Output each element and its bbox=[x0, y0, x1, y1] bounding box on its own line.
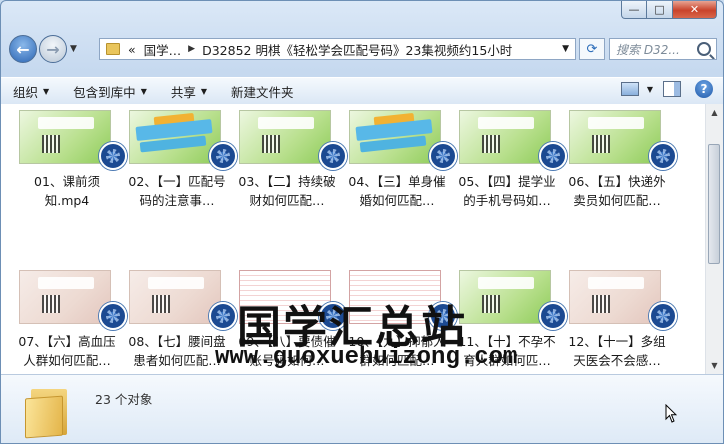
scroll-up-icon[interactable]: ▲ bbox=[706, 104, 723, 121]
video-thumbnail bbox=[459, 110, 551, 164]
scroll-down-icon[interactable]: ▼ bbox=[706, 357, 723, 374]
new-folder-label: 新建文件夹 bbox=[231, 84, 294, 100]
file-name: 12、【十一】多组天医会不会感… bbox=[568, 334, 666, 368]
maximize-button[interactable]: □ bbox=[647, 1, 673, 19]
breadcrumb-overflow[interactable]: « bbox=[128, 42, 136, 57]
preview-pane-icon[interactable] bbox=[663, 81, 681, 97]
recent-pages-dropdown[interactable]: ▼ bbox=[70, 44, 77, 54]
chevron-down-icon: ▼ bbox=[140, 86, 147, 96]
caption-buttons: — □ ✕ bbox=[621, 1, 717, 19]
video-thumbnail bbox=[459, 270, 551, 324]
search-input[interactable]: 搜索 D32... bbox=[609, 38, 717, 60]
navigation-buttons: ← → ▼ bbox=[9, 35, 77, 63]
address-dropdown-icon[interactable]: ▼ bbox=[562, 44, 569, 54]
file-name: 03、【二】持续破财如何匹配… bbox=[238, 174, 336, 208]
folder-icon bbox=[25, 385, 69, 439]
back-button[interactable]: ← bbox=[9, 35, 37, 63]
explorer-window: — □ ✕ ← → ▼ « 国学… ▶ D32852 明棋《轻松学会匹配号码》2… bbox=[0, 0, 724, 444]
command-bar: 组织 ▼ 包含到库中 ▼ 共享 ▼ 新建文件夹 ▼ ? bbox=[1, 77, 723, 105]
video-file-icon bbox=[209, 142, 237, 170]
video-file-icon bbox=[99, 302, 127, 330]
chevron-down-icon: ▼ bbox=[43, 86, 50, 96]
arrow-left-icon: ← bbox=[16, 39, 30, 59]
share-menu[interactable]: 共享 ▼ bbox=[159, 82, 219, 101]
breadcrumb-item[interactable]: 国学… bbox=[144, 40, 182, 59]
video-thumbnail bbox=[569, 270, 661, 324]
chevron-down-icon[interactable]: ▼ bbox=[647, 85, 653, 94]
video-file-icon bbox=[99, 142, 127, 170]
video-file-icon bbox=[319, 142, 347, 170]
watermark-url: www.guoxuehuizong.com bbox=[215, 344, 518, 371]
breadcrumb-current[interactable]: D32852 明棋《轻松学会匹配号码》23集视频约15小时 bbox=[202, 40, 512, 59]
folder-icon bbox=[106, 43, 120, 55]
file-name: 01、课前须知.mp4 bbox=[34, 174, 100, 208]
arrow-right-icon: → bbox=[46, 39, 60, 59]
chevron-down-icon: ▼ bbox=[200, 86, 208, 96]
refresh-icon: ⟳ bbox=[586, 41, 598, 57]
include-label: 包含到库中 bbox=[73, 84, 136, 100]
vertical-scrollbar[interactable]: ▲ ▼ bbox=[705, 104, 723, 374]
forward-button[interactable]: → bbox=[39, 35, 67, 63]
video-file-icon bbox=[649, 302, 677, 330]
file-name: 08、【七】腰间盘患者如何匹配… bbox=[128, 334, 226, 368]
new-folder-button[interactable]: 新建文件夹 bbox=[219, 82, 306, 101]
refresh-button[interactable]: ⟳ bbox=[579, 38, 605, 60]
toolbar-right: ▼ ? bbox=[620, 80, 713, 98]
video-file-icon bbox=[429, 142, 457, 170]
video-file-icon bbox=[649, 142, 677, 170]
search-placeholder: 搜索 D32... bbox=[616, 42, 680, 57]
file-name: 06、【五】快递外卖员如何匹配… bbox=[568, 174, 666, 208]
address-bar[interactable]: « 国学… ▶ D32852 明棋《轻松学会匹配号码》23集视频约15小时 ▼ bbox=[99, 38, 576, 60]
file-name: 05、【四】提学业的手机号码如… bbox=[458, 174, 556, 208]
file-name: 07、【六】高血压人群如何匹配… bbox=[18, 334, 116, 368]
file-list-view[interactable]: 01、课前须知.mp4 02、【一】匹配号码的注意事… 03、【二】持续破财如何匹配… bbox=[1, 104, 723, 374]
file-name: 04、【三】单身催婚如何匹配… bbox=[348, 174, 446, 208]
minimize-button[interactable]: — bbox=[621, 1, 647, 19]
search-icon[interactable] bbox=[697, 42, 711, 56]
video-thumbnail bbox=[129, 270, 221, 324]
share-label: 共享 bbox=[170, 84, 196, 100]
organize-menu[interactable]: 组织 ▼ bbox=[1, 82, 61, 101]
video-thumbnail bbox=[349, 110, 441, 164]
mouse-cursor-icon bbox=[665, 404, 677, 423]
video-thumbnail bbox=[129, 110, 221, 164]
change-view-icon[interactable] bbox=[620, 82, 639, 96]
video-thumbnail bbox=[19, 270, 111, 324]
details-pane: 23 个对象 bbox=[1, 374, 723, 443]
item-count: 23 个对象 bbox=[95, 392, 153, 407]
scrollbar-thumb[interactable] bbox=[708, 144, 720, 264]
close-button[interactable]: ✕ bbox=[673, 1, 717, 19]
video-thumbnail bbox=[239, 110, 331, 164]
include-in-library-menu[interactable]: 包含到库中 ▼ bbox=[61, 82, 159, 101]
help-icon[interactable]: ? bbox=[695, 80, 713, 98]
organize-label: 组织 bbox=[13, 84, 39, 100]
video-thumbnail bbox=[569, 110, 661, 164]
file-name: 02、【一】匹配号码的注意事… bbox=[128, 174, 226, 208]
video-thumbnail bbox=[19, 110, 111, 164]
chevron-right-icon[interactable]: ▶ bbox=[188, 44, 195, 54]
video-file-icon bbox=[209, 302, 237, 330]
video-file-icon bbox=[539, 302, 567, 330]
video-file-icon bbox=[539, 142, 567, 170]
